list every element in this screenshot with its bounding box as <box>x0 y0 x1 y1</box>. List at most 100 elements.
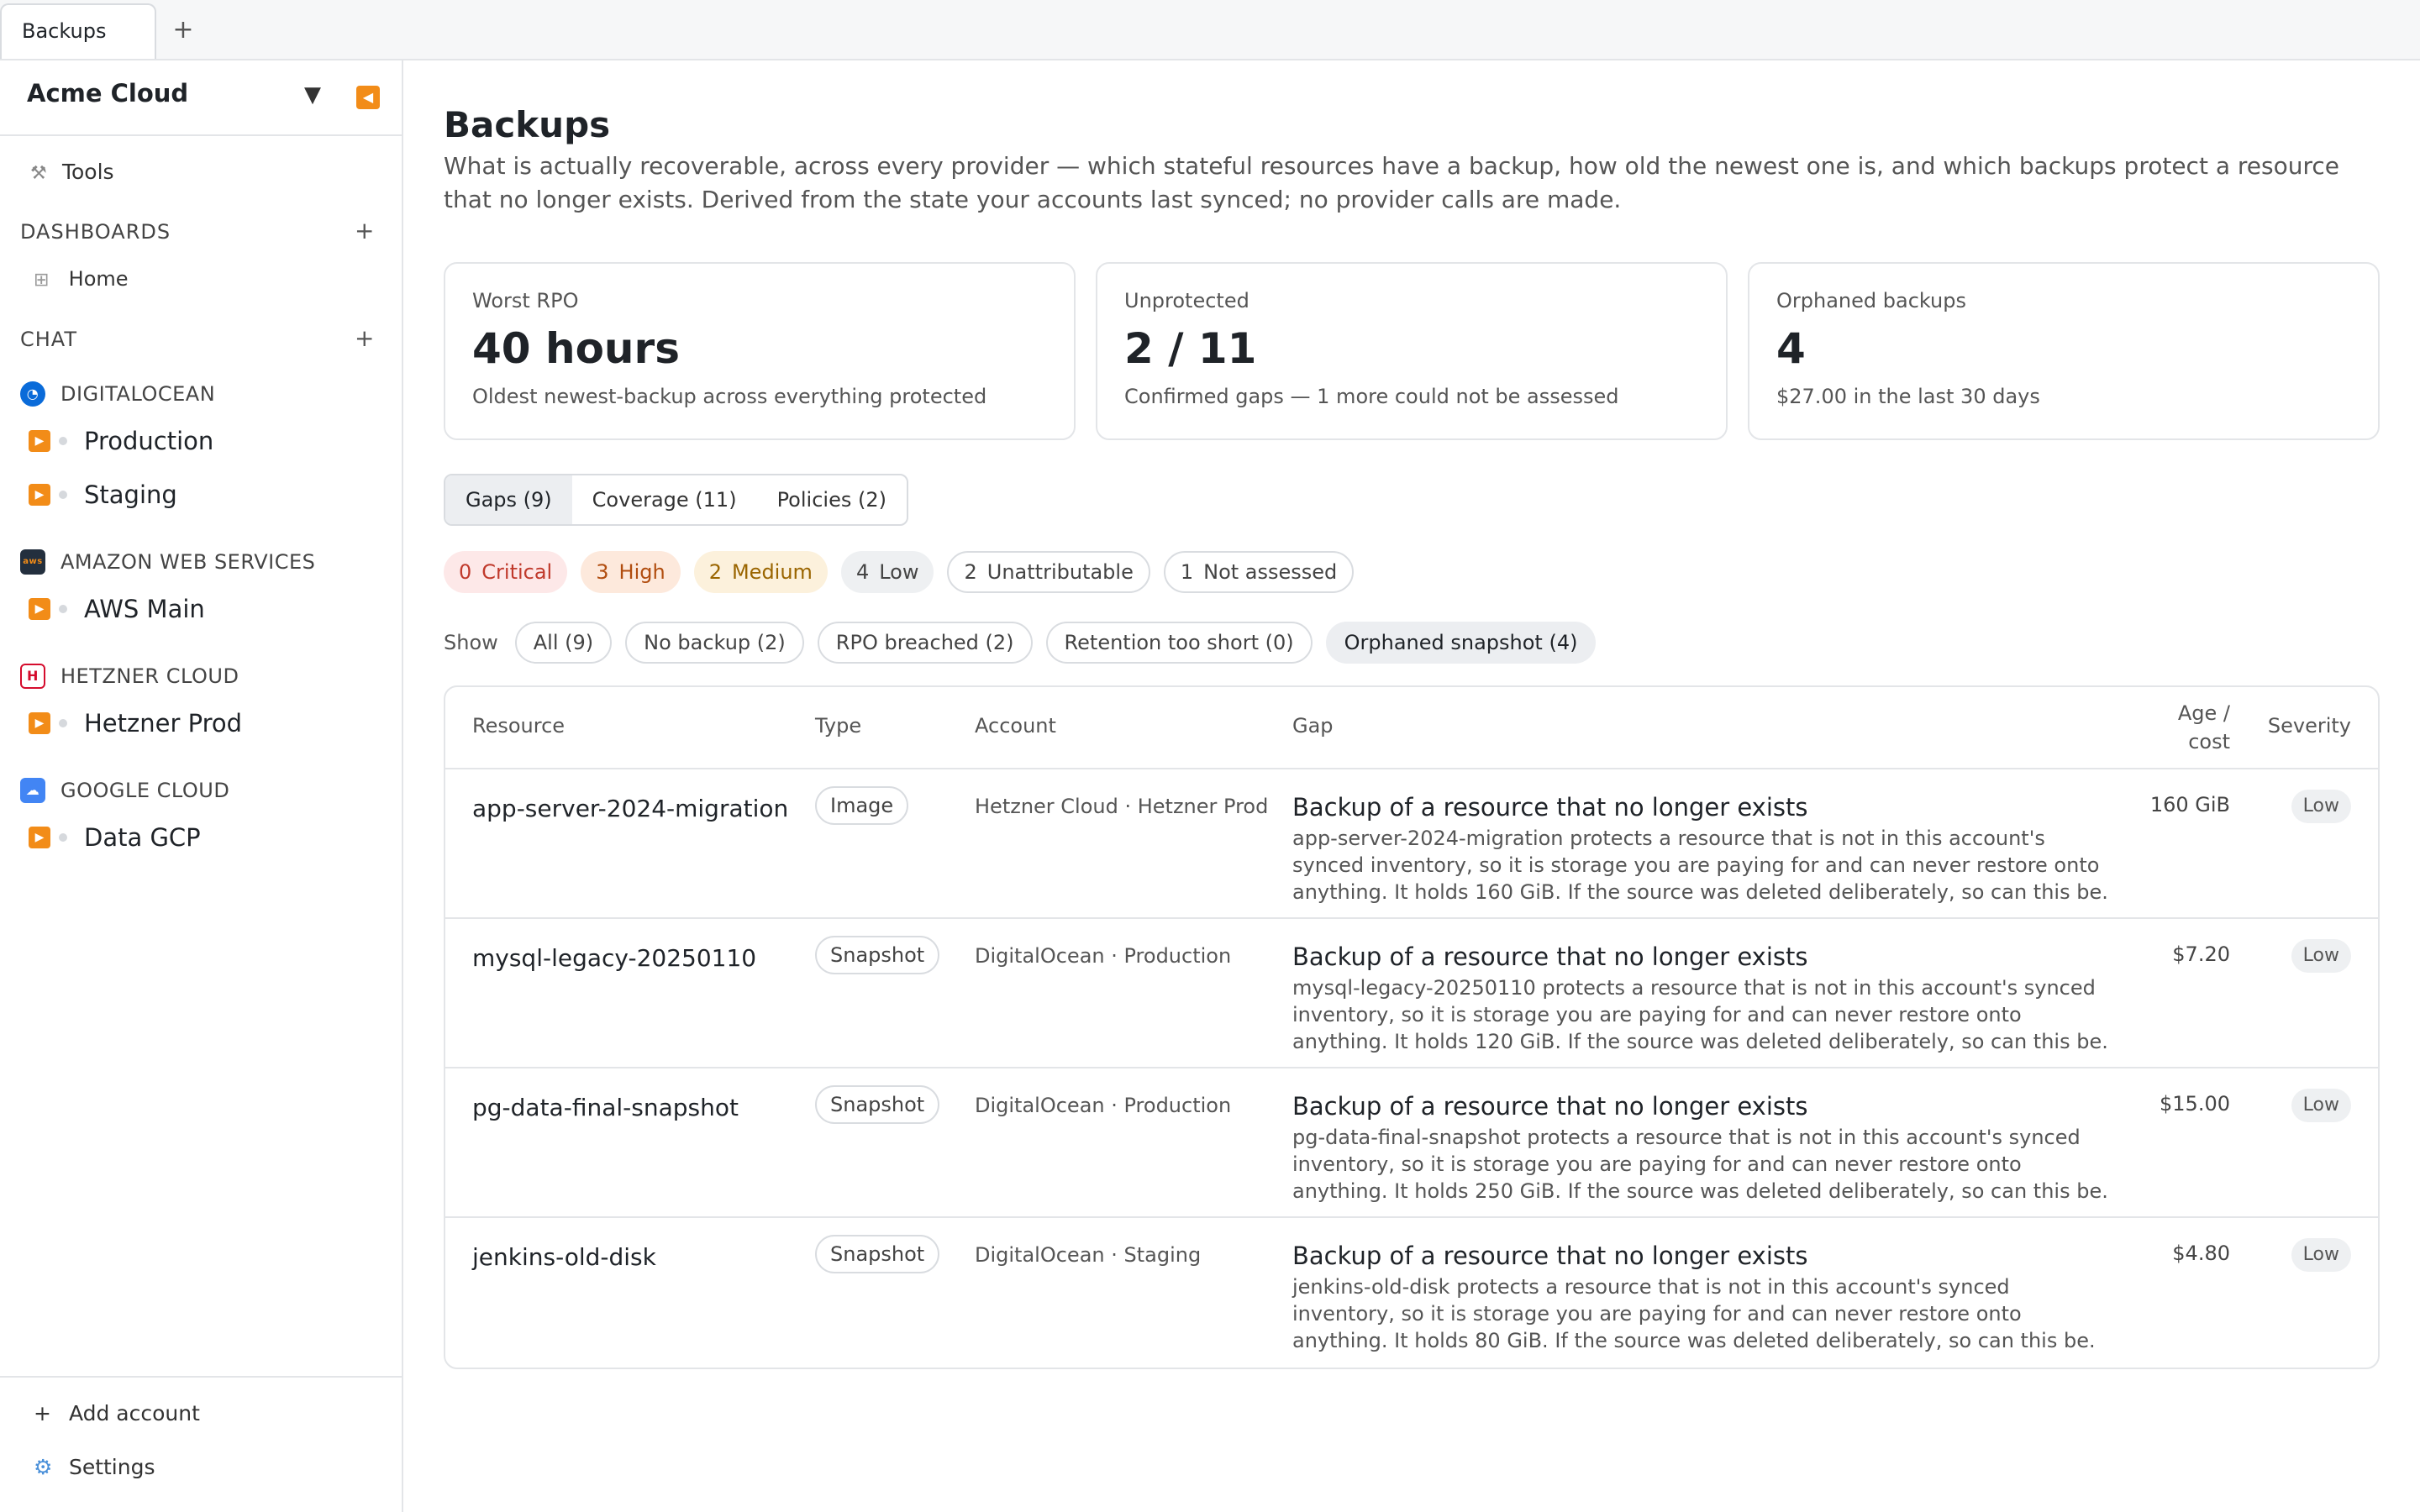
sidebar-item-home[interactable]: ⊞ Home <box>34 267 129 291</box>
column-header-age-cost[interactable]: Age / cost <box>2178 699 2230 756</box>
resource-name: pg-data-final-snapshot <box>472 1094 739 1121</box>
gap-title: Backup of a resource that no longer exis… <box>1292 942 1808 971</box>
stat-label: Orphaned backups <box>1776 289 1966 312</box>
sidebar-item-aws-main[interactable]: ▶ AWS Main <box>29 595 205 623</box>
column-header-type[interactable]: Type <box>815 714 861 738</box>
add-account-button[interactable]: + Add account <box>34 1401 200 1425</box>
account-name: Data GCP <box>84 823 201 852</box>
play-icon: ▶ <box>29 484 50 506</box>
add-account-label: Add account <box>68 1401 200 1425</box>
settings-label: Settings <box>68 1455 155 1479</box>
stat-value: 2 / 11 <box>1124 324 1257 373</box>
severity-badge: Low <box>2291 1238 2351 1272</box>
table-row[interactable]: jenkins-old-disk Snapshot DigitalOcean ·… <box>445 1218 2378 1368</box>
severity-badge-medium[interactable]: 2 Medium <box>693 551 828 593</box>
table-row[interactable]: pg-data-final-snapshot Snapshot DigitalO… <box>445 1068 2378 1218</box>
provider-google-cloud: ☁ GOOGLE CLOUD <box>20 778 229 803</box>
sidebar-item-hetzner-prod[interactable]: ▶ Hetzner Prod <box>29 709 242 738</box>
sidebar-item-production[interactable]: ▶ Production <box>29 427 213 455</box>
tab-policies[interactable]: Policies (2) <box>757 475 907 524</box>
filter-row: Show All (9) No backup (2) RPO breached … <box>444 622 1597 664</box>
account-name: AWS Main <box>84 595 205 623</box>
view-tabs: Gaps (9) Coverage (11) Policies (2) <box>444 474 908 526</box>
sidebar-item-tools[interactable]: ⚒ Tools <box>30 160 114 184</box>
plus-icon: + <box>34 1401 51 1425</box>
severity-badge-unattributable[interactable]: 2 Unattributable <box>947 551 1150 593</box>
provider-hetzner: H HETZNER CLOUD <box>20 664 239 689</box>
severity-badge-high[interactable]: 3 High <box>581 551 681 593</box>
play-icon: ▶ <box>29 827 50 848</box>
add-dashboard-button[interactable]: + <box>355 217 374 244</box>
play-icon: ▶ <box>29 598 50 620</box>
add-chat-button[interactable]: + <box>355 324 374 352</box>
column-header-severity[interactable]: Severity <box>2268 714 2351 738</box>
gap-description: jenkins-old-disk protects a resource tha… <box>1292 1275 2096 1352</box>
divider <box>0 134 402 136</box>
sidebar-item-label: Home <box>68 267 129 291</box>
status-dot <box>59 719 67 727</box>
account-cell: Hetzner Cloud · Hetzner Prod <box>975 795 1269 818</box>
type-badge: Snapshot <box>815 936 940 974</box>
filter-chip-rpo-breached[interactable]: RPO breached (2) <box>817 622 1033 664</box>
stat-subtext: Confirmed gaps — 1 more could not be ass… <box>1124 385 1619 408</box>
age-cost-cell: $4.80 <box>2172 1242 2230 1265</box>
stat-subtext: $27.00 in the last 30 days <box>1776 385 2040 408</box>
stat-value: 4 <box>1776 324 1806 373</box>
severity-badge-critical[interactable]: 0 Critical <box>444 551 568 593</box>
settings-button[interactable]: ⚙ Settings <box>34 1455 155 1479</box>
page-title: Backups <box>444 104 611 145</box>
chat-header: CHAT <box>20 328 78 351</box>
stat-value: 40 hours <box>472 324 680 373</box>
new-tab-button[interactable]: + <box>168 13 198 47</box>
tab-coverage[interactable]: Coverage (11) <box>572 475 757 524</box>
account-cell: DigitalOcean · Production <box>975 1094 1232 1117</box>
stat-label: Worst RPO <box>472 289 579 312</box>
account-name: Hetzner Prod <box>84 709 243 738</box>
account-cell: DigitalOcean · Staging <box>975 1243 1202 1267</box>
severity-badge: Low <box>2291 939 2351 973</box>
stat-card-orphaned-backups: Orphaned backups 4 $27.00 in the last 30… <box>1748 262 2380 440</box>
severity-badge: Low <box>2291 790 2351 823</box>
filter-chip-retention-too-short[interactable]: Retention too short (0) <box>1045 622 1313 664</box>
status-dot <box>59 491 67 499</box>
table-row[interactable]: mysql-legacy-20250110 Snapshot DigitalOc… <box>445 919 2378 1068</box>
divider <box>0 1376 402 1378</box>
sidebar: Acme Cloud ▼ ◀ ⚒ Tools DASHBOARDS + ⊞ Ho… <box>0 60 403 1512</box>
sidebar-item-staging[interactable]: ▶ Staging <box>29 480 177 509</box>
column-header-resource[interactable]: Resource <box>472 714 565 738</box>
provider-name: HETZNER CLOUD <box>60 664 239 688</box>
provider-name: GOOGLE CLOUD <box>60 779 230 802</box>
stat-card-worst-rpo: Worst RPO 40 hours Oldest newest-backup … <box>444 262 1076 440</box>
severity-summary: 0 Critical 3 High 2 Medium 4 Low 2 Unattribut… <box>444 551 1355 593</box>
org-dropdown-icon[interactable]: ▼ <box>304 82 321 108</box>
gap-title: Backup of a resource that no longer exis… <box>1292 1242 1808 1270</box>
dashboards-header: DASHBOARDS <box>20 220 171 244</box>
gap-title: Backup of a resource that no longer exis… <box>1292 1092 1808 1121</box>
filter-chip-no-backup[interactable]: No backup (2) <box>625 622 804 664</box>
gear-icon: ⚙ <box>34 1455 53 1479</box>
org-name[interactable]: Acme Cloud <box>27 79 188 108</box>
provider-aws: aws AMAZON WEB SERVICES <box>20 549 315 575</box>
status-dot <box>59 605 67 613</box>
severity-badge-low[interactable]: 4 Low <box>840 551 934 593</box>
sidebar-item-data-gcp[interactable]: ▶ Data GCP <box>29 823 201 852</box>
account-name: Staging <box>84 480 177 509</box>
filter-chip-orphaned-snapshot[interactable]: Orphaned snapshot (4) <box>1325 622 1597 664</box>
column-header-gap[interactable]: Gap <box>1292 714 1334 738</box>
provider-name: DIGITALOCEAN <box>60 382 216 406</box>
column-header-account[interactable]: Account <box>975 714 1056 738</box>
gap-cell: Backup of a resource that no longer exis… <box>1292 793 2116 906</box>
age-cost-cell: 160 GiB <box>2149 793 2230 816</box>
tab-gaps[interactable]: Gaps (9) <box>445 475 572 524</box>
age-cost-cell: $7.20 <box>2172 942 2230 966</box>
filter-chip-all[interactable]: All (9) <box>514 622 613 664</box>
gap-description: mysql-legacy-20250110 protects a resourc… <box>1292 976 2108 1053</box>
digitalocean-icon: ◔ <box>20 381 45 407</box>
table-row[interactable]: app-server-2024-migration Image Hetzner … <box>445 769 2378 919</box>
stat-label: Unprotected <box>1124 289 1249 312</box>
collapse-sidebar-icon[interactable]: ◀ <box>356 86 380 109</box>
severity-badge-not-assessed[interactable]: 1 Not assessed <box>1163 551 1355 593</box>
tab-backups[interactable]: Backups <box>0 3 156 59</box>
page-description: What is actually recoverable, across eve… <box>444 152 2339 213</box>
main-content: Backups What is actually recoverable, ac… <box>403 60 2420 1512</box>
